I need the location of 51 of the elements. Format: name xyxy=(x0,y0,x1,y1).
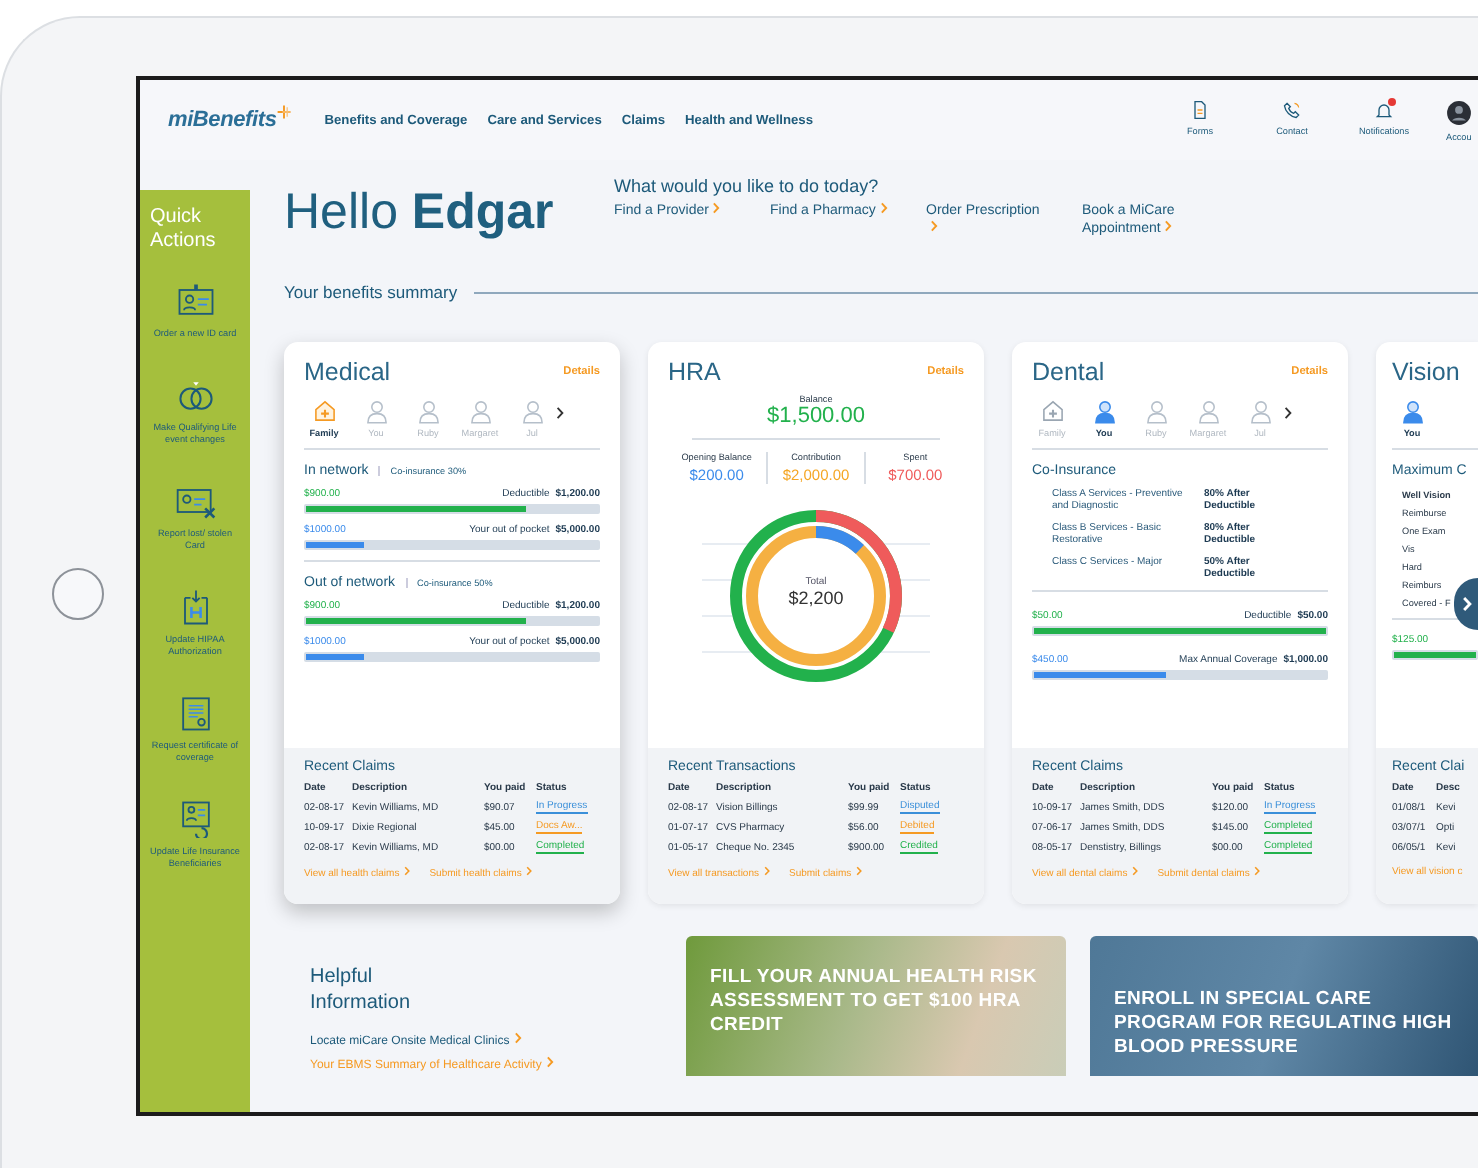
person-icon xyxy=(1195,398,1221,424)
promo-text: FILL YOUR ANNUAL HEALTH RISK ASSESSMENT TO GET $100 HRA CREDIT xyxy=(710,966,1039,1038)
chevron-icon xyxy=(712,202,721,214)
chevron-icon xyxy=(930,220,938,232)
balance-amount: $1,500.00 xyxy=(767,404,865,428)
person-icon xyxy=(363,398,389,424)
tasks-prompt: What would you like to do today? xyxy=(614,176,881,196)
house-icon xyxy=(1039,398,1065,424)
promo-text: ENROLL IN SPECIAL CARE PROGRAM FOR REGULATING HIGH BLOOD PRESSURE xyxy=(1114,988,1454,1060)
chevron-icon xyxy=(879,202,888,214)
person-icon xyxy=(519,398,545,424)
chevron-icon xyxy=(545,1056,554,1068)
rings-icon xyxy=(173,376,217,414)
card-title: HRA xyxy=(668,358,721,386)
promo-banner[interactable]: ENROLL IN SPECIAL CARE PROGRAM FOR REGULATING HIGH BLOOD PRESSURE xyxy=(1090,936,1478,1076)
phone-icon xyxy=(1282,99,1302,119)
logo[interactable]: miBenefits xyxy=(168,108,293,132)
person-icon xyxy=(1399,398,1425,424)
carousel-next-button[interactable] xyxy=(1454,578,1478,630)
helpful-title: Helpful Information xyxy=(310,964,413,1016)
person-icon xyxy=(415,398,441,424)
chevron-icon[interactable] xyxy=(556,405,564,419)
chevron-icon xyxy=(763,866,769,876)
card-title: Dental xyxy=(1032,358,1105,386)
chevron-icon xyxy=(1131,866,1138,876)
chevron-icon xyxy=(513,1032,522,1044)
person-icon xyxy=(1247,398,1273,424)
card-title: Vision xyxy=(1392,358,1460,386)
person-icon xyxy=(1091,398,1117,424)
house-icon xyxy=(311,398,337,424)
bell-icon xyxy=(1374,99,1394,119)
account-icon xyxy=(1446,99,1472,125)
plus-icon xyxy=(276,104,293,120)
chevron-icon xyxy=(1253,866,1260,876)
id-card-icon xyxy=(173,282,217,320)
chevron-icon xyxy=(1164,220,1173,232)
chevron-icon xyxy=(1461,596,1471,612)
chevron-icon xyxy=(403,866,410,876)
quick-actions-title: Quick Actions xyxy=(148,206,218,254)
card-title: Medical xyxy=(304,358,391,386)
section-title: Your benefits summary xyxy=(284,282,458,302)
person-icon xyxy=(467,398,493,424)
chevron-icon xyxy=(855,866,862,876)
chevron-icon xyxy=(525,866,532,876)
promo-banner[interactable]: FILL YOUR ANNUAL HEALTH RISK ASSESSMENT TO GET $100 HRA CREDIT xyxy=(686,936,1066,1076)
total-amount: $2,200 xyxy=(788,588,844,608)
document-icon xyxy=(1190,99,1210,119)
greeting-heading: Hello Edgar xyxy=(284,184,556,242)
chevron-icon[interactable] xyxy=(1284,405,1292,419)
person-icon xyxy=(1143,398,1169,424)
home-button[interactable] xyxy=(52,568,104,620)
